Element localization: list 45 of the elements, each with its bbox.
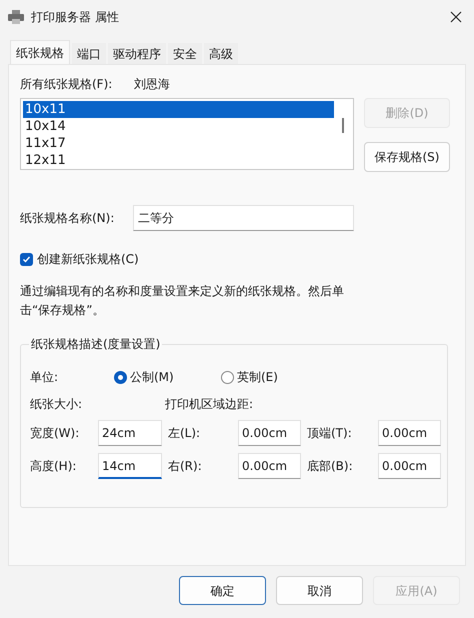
- checkbox[interactable]: [20, 252, 33, 266]
- name-label: 纸张规格名称(N):: [20, 210, 116, 227]
- dialog-button[interactable]: 确定: [179, 576, 266, 605]
- paper-size-label: 纸张大小:: [30, 396, 84, 413]
- size-field[interactable]: 0.00cm: [238, 420, 301, 446]
- scrollbar-thumb[interactable]: [342, 118, 344, 133]
- field-label: 左(L):: [167, 425, 202, 442]
- size-field[interactable]: 14cm: [98, 453, 162, 479]
- field-label: 右(R):: [167, 458, 203, 475]
- window-title: 打印服务器 属性: [31, 9, 119, 26]
- tab[interactable]: 安全: [168, 43, 202, 64]
- radio-label: 英制(E): [237, 369, 278, 386]
- list-item[interactable]: 10x11: [23, 101, 334, 118]
- radio-button[interactable]: [221, 370, 234, 384]
- list-item[interactable]: 11x17: [23, 135, 334, 152]
- field-label: 宽度(W):: [30, 425, 80, 442]
- name-field[interactable]: 二等分: [133, 205, 354, 231]
- list-label: 所有纸张规格(F):: [20, 76, 114, 93]
- size-field[interactable]: 24cm: [98, 420, 162, 446]
- tab[interactable]: 纸张规格: [10, 40, 70, 64]
- check-icon: [22, 254, 31, 264]
- checkbox-label: 创建新纸张规格(C): [37, 251, 139, 268]
- dialog-button[interactable]: 保存规格(S): [364, 142, 450, 172]
- group-title: 纸张规格描述(度量设置): [29, 336, 162, 352]
- paper-list[interactable]: 10x11 10x14 11x17 12x11: [20, 98, 354, 170]
- description-text: 通过编辑现有的名称和度量设置来定义新的纸张规格。然后单击“保存规格”。: [20, 283, 345, 319]
- tab[interactable]: 驱动程序: [108, 43, 166, 64]
- close-icon[interactable]: [450, 11, 462, 23]
- field-label: 高度(H):: [30, 458, 78, 475]
- radio-button[interactable]: [114, 370, 127, 384]
- size-field[interactable]: 0.00cm: [378, 420, 441, 446]
- printer-icon: [8, 10, 24, 24]
- tab[interactable]: 高级: [204, 43, 238, 64]
- size-field[interactable]: 0.00cm: [238, 453, 301, 479]
- list-item[interactable]: 10x14: [23, 118, 334, 135]
- field-label: 底部(B):: [306, 458, 354, 475]
- radio-label: 公制(M): [130, 369, 174, 386]
- field-label: 顶端(T):: [306, 425, 353, 442]
- list-item[interactable]: 12x11: [23, 152, 334, 169]
- server-name: 刘恩海: [134, 76, 170, 93]
- size-field[interactable]: 0.00cm: [378, 453, 441, 479]
- margins-label: 打印机区域边距:: [165, 396, 254, 413]
- tab[interactable]: 端口: [72, 43, 106, 64]
- units-label: 单位:: [30, 369, 60, 386]
- dialog-button[interactable]: 取消: [276, 576, 363, 605]
